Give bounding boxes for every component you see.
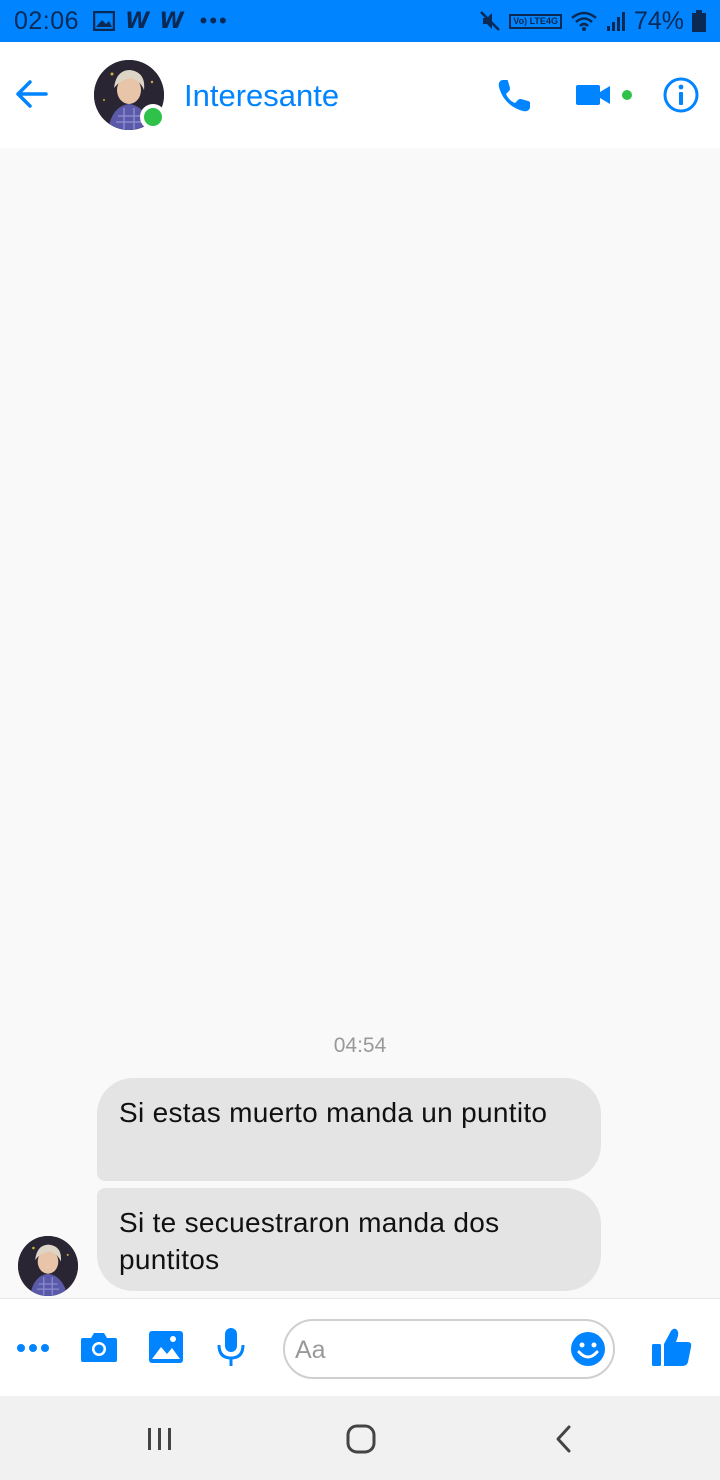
w-icon: 𝙒 <box>125 8 150 33</box>
back-button[interactable] <box>12 75 50 113</box>
voice-call-button[interactable] <box>494 76 534 116</box>
camera-icon <box>81 1333 117 1362</box>
conversation-header: Interesante <box>0 42 720 148</box>
contact-name[interactable]: Interesante <box>184 78 339 114</box>
battery-percent: 74% <box>633 6 684 35</box>
w-icon: 𝙒 <box>159 8 184 33</box>
system-navigation-bar <box>0 1396 720 1480</box>
message-input-field[interactable] <box>283 1319 615 1379</box>
thumbs-up-icon <box>652 1328 692 1366</box>
video-camera-icon <box>576 85 610 105</box>
gallery-button[interactable] <box>148 1329 184 1365</box>
message-bubble[interactable]: Si te secuestraron manda dos puntitos <box>97 1188 601 1291</box>
status-left-icons: 𝙒 𝙒 ••• <box>93 8 229 34</box>
message-bubble[interactable]: Si estas muerto manda un puntito <box>97 1078 601 1181</box>
like-button[interactable] <box>650 1325 694 1369</box>
voice-message-button[interactable] <box>216 1327 246 1367</box>
message-timestamp: 04:54 <box>333 1034 387 1057</box>
recent-apps-button[interactable] <box>140 1422 180 1456</box>
home-icon <box>346 1424 376 1454</box>
online-status-dot <box>140 104 166 130</box>
video-call-button[interactable] <box>574 78 614 112</box>
recent-apps-icon <box>148 1428 171 1450</box>
battery-icon <box>692 10 706 32</box>
microphone-icon <box>217 1328 245 1366</box>
signal-icon <box>606 10 626 32</box>
wifi-icon <box>570 10 598 32</box>
emoji-button[interactable] <box>570 1331 606 1367</box>
video-active-dot <box>622 90 632 100</box>
network-label: 4G <box>545 15 558 26</box>
phone-icon <box>498 80 530 112</box>
sender-avatar[interactable] <box>18 1236 78 1296</box>
more-icon <box>17 1344 49 1352</box>
info-icon <box>663 77 699 113</box>
emoji-icon <box>571 1332 605 1366</box>
message-input[interactable] <box>295 1331 565 1369</box>
info-button[interactable] <box>662 76 700 114</box>
volte-4g-icon: Vo) LTE 4G <box>509 13 562 29</box>
more-dots-icon: ••• <box>199 8 229 33</box>
camera-button[interactable] <box>80 1329 118 1365</box>
volte-label: Vo) LTE <box>513 15 546 26</box>
message-list[interactable]: 04:54 Si estas muerto manda un puntito S… <box>0 148 720 1298</box>
status-bar: 02:06 𝙒 𝙒 ••• Vo) LTE 4G 74% <box>0 0 720 42</box>
mute-icon <box>479 10 501 32</box>
home-button[interactable] <box>341 1422 381 1456</box>
back-arrow-icon <box>16 80 48 108</box>
message-composer <box>0 1298 720 1396</box>
status-time: 02:06 <box>14 6 80 35</box>
back-icon <box>556 1425 571 1453</box>
more-actions-button[interactable] <box>16 1331 50 1365</box>
gallery-icon <box>149 1331 183 1363</box>
status-right: Vo) LTE 4G 74% <box>479 7 706 36</box>
gallery-icon <box>93 11 116 31</box>
contact-avatar[interactable] <box>94 60 166 132</box>
system-back-button[interactable] <box>544 1422 584 1456</box>
